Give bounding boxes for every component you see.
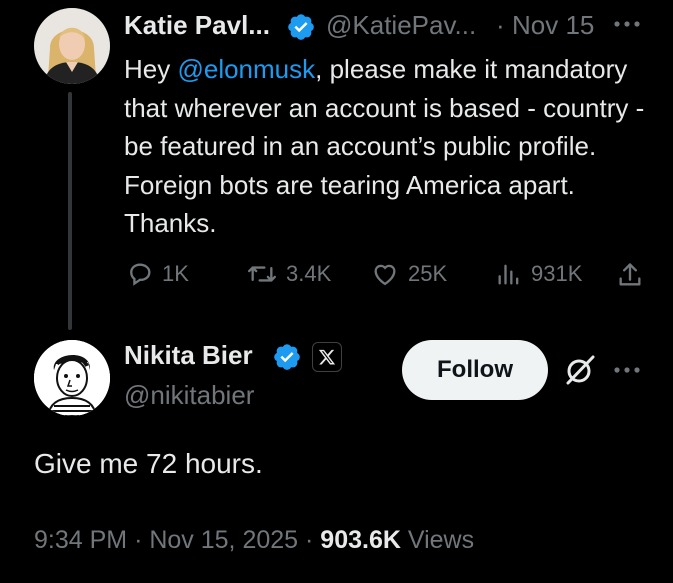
views-count: 931K (531, 261, 583, 286)
views-icon (498, 264, 519, 285)
separator-dot: · (305, 526, 314, 554)
tweet-metadata: 9:34 PM · Nov 15, 2025 · 903.6K Views (34, 526, 474, 555)
separator-dot: · (134, 526, 143, 554)
like-button[interactable]: 25K (370, 260, 447, 288)
share-icon (619, 263, 641, 286)
mention-link[interactable]: @elonmusk (177, 54, 315, 84)
tweet-date[interactable]: Nov 15 (512, 10, 594, 41)
author-name[interactable]: Nikita Bier (124, 340, 253, 371)
tweet-text: Hey @elonmusk, please make it mandatory … (124, 50, 664, 243)
verified-badge-icon (286, 12, 316, 42)
follow-button[interactable]: Follow (402, 340, 548, 400)
repost-icon (248, 266, 277, 282)
heart-icon (374, 264, 396, 286)
author-handle[interactable]: @nikitabier (124, 380, 254, 411)
separator-dot: · (496, 10, 505, 40)
author-avatar[interactable] (34, 8, 110, 84)
tweet-time[interactable]: 9:34 PM (34, 526, 127, 554)
tweet-text: Give me 72 hours. (34, 448, 263, 479)
tweet-text-start: Hey (124, 54, 178, 84)
reply-count: 1K (162, 261, 189, 286)
author-avatar[interactable] (34, 340, 110, 416)
verified-badge-icon (272, 342, 302, 372)
thread-connector-line (68, 92, 72, 330)
views-label: Views (407, 526, 475, 554)
views-button[interactable]: 931K (495, 260, 582, 288)
repost-count: 3.4K (286, 261, 332, 286)
repost-button[interactable]: 3.4K (246, 260, 331, 288)
more-icon[interactable] (612, 360, 642, 380)
author-handle[interactable]: @KatiePav... (326, 10, 476, 41)
reply-button[interactable]: 1K (126, 260, 189, 288)
share-button[interactable] (616, 260, 644, 290)
like-count: 25K (408, 261, 448, 286)
tweet-date[interactable]: Nov 15, 2025 (149, 526, 298, 554)
more-icon[interactable] (612, 14, 642, 34)
reply-icon (130, 263, 151, 286)
author-name[interactable]: Katie Pavl... (124, 10, 270, 41)
views-count: 903.6K (320, 526, 401, 554)
x-logo-icon[interactable] (312, 342, 342, 372)
grok-icon[interactable] (562, 352, 598, 388)
